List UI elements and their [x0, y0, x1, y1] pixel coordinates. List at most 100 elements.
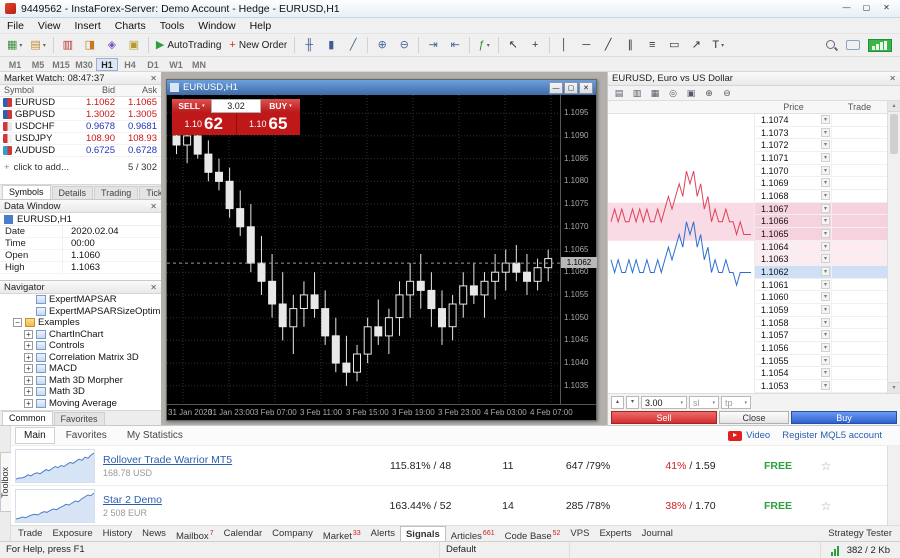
dom-trade-cell[interactable] [832, 342, 887, 354]
navigator-item-math-3d-morpher[interactable]: +Math 3D Morpher [0, 375, 161, 387]
navigator-item-examples[interactable]: −Examples [0, 317, 161, 329]
dom-trade-cell[interactable] [832, 266, 887, 278]
timeframe-m30[interactable]: M30 [73, 58, 95, 71]
dom-auto-center-icon[interactable]: ◎ [665, 87, 681, 100]
dom-trade-cell[interactable] [832, 215, 887, 227]
dom-price-cell[interactable]: 1.1053▾ [755, 380, 832, 392]
dom-price-cell[interactable]: 1.1059▾ [755, 304, 832, 316]
new-order-button[interactable]: +New Order [226, 36, 290, 55]
dom-column-price[interactable]: Price [755, 101, 832, 114]
symbol-row-eurusd[interactable]: EURUSD1.10621.1065 [0, 97, 161, 109]
dom-price-cell[interactable]: 1.1066▾ [755, 215, 832, 227]
maximize-button[interactable]: ▢ [858, 2, 875, 15]
status-profile[interactable]: Default [440, 542, 570, 558]
minimize-button[interactable]: — [838, 2, 855, 15]
crosshair-button[interactable]: + [525, 36, 545, 55]
dom-trade-cell[interactable] [832, 241, 887, 253]
tab-signals[interactable]: Signals [400, 526, 446, 541]
fibonacci-button[interactable]: ≡ [642, 36, 662, 55]
dom-zoom-in-icon[interactable]: ⊕ [701, 87, 717, 100]
timeframe-d1[interactable]: D1 [142, 58, 164, 71]
dom-trade-cell[interactable] [832, 203, 887, 215]
dom-trade-cell[interactable] [832, 380, 887, 392]
menu-file[interactable]: File [0, 18, 31, 34]
timeframe-m5[interactable]: M5 [27, 58, 49, 71]
search-icon[interactable] [825, 39, 838, 52]
tab-news[interactable]: News [137, 526, 171, 541]
tab-details[interactable]: Details [52, 186, 94, 199]
lot-input[interactable]: 3.00 ▾ [641, 396, 687, 409]
shapes-button[interactable]: ▭ [664, 36, 684, 55]
navigator-button[interactable]: ◈ [102, 36, 122, 55]
dom-trade-cell[interactable] [832, 228, 887, 240]
autotrading-button[interactable]: ▶AutoTrading [153, 36, 225, 55]
trendline-button[interactable]: ╱ [598, 36, 618, 55]
line-chart-button[interactable]: ╱ [343, 36, 363, 55]
symbol-row-gbpusd[interactable]: GBPUSD1.30021.3005 [0, 109, 161, 121]
dom-price-cell[interactable]: 1.1064▾ [755, 241, 832, 253]
dom-trade-cell[interactable] [832, 304, 887, 316]
dom-trade-cell[interactable] [832, 165, 887, 177]
dom-price-cell[interactable]: 1.1072▾ [755, 139, 832, 151]
dom-market-depth-icon[interactable]: ▥ [629, 87, 645, 100]
tab-experts[interactable]: Experts [594, 526, 636, 541]
dom-price-cell[interactable]: 1.1057▾ [755, 329, 832, 341]
zoom-out-button[interactable]: ⊖ [394, 36, 414, 55]
dom-trade-cell[interactable] [832, 367, 887, 379]
text-label-button[interactable]: T▾ [708, 36, 728, 55]
dom-price-cell[interactable]: 1.1065▾ [755, 228, 832, 240]
navigator-item-moving-average[interactable]: +Moving Average [0, 398, 161, 410]
expand-icon[interactable]: + [24, 387, 33, 396]
signal-price-button[interactable]: FREE [743, 460, 813, 472]
navigator-item-controls[interactable]: +Controls [0, 340, 161, 352]
toolbox-button[interactable]: ▣ [124, 36, 144, 55]
lot-stepper-down[interactable]: ▾ [626, 396, 639, 409]
tab-calendar[interactable]: Calendar [219, 526, 268, 541]
dom-trade-cell[interactable] [832, 177, 887, 189]
navigator-item-macd[interactable]: +MACD [0, 363, 161, 375]
dom-price-cell[interactable]: 1.1056▾ [755, 342, 832, 354]
navigator-item-correlation-matrix-3d[interactable]: +Correlation Matrix 3D [0, 352, 161, 364]
bars-chart-button[interactable]: ╫ [299, 36, 319, 55]
signal-name-link[interactable]: Star 2 Demo [103, 494, 363, 506]
dom-price-cell[interactable]: 1.1060▾ [755, 291, 832, 303]
indicators-button[interactable]: ƒ▾ [474, 36, 494, 55]
tab-symbols[interactable]: Symbols [2, 185, 51, 199]
dom-close-button[interactable]: Close [719, 411, 789, 424]
market-watch-button[interactable]: ▥ [58, 36, 78, 55]
dom-trade-cell[interactable] [832, 139, 887, 151]
expand-icon[interactable]: + [24, 399, 33, 408]
chart-price-scale[interactable]: 1.10951.10901.10851.10801.10751.10701.10… [560, 95, 596, 404]
menu-insert[interactable]: Insert [68, 18, 108, 34]
dom-one-click-trading-icon[interactable]: ▣ [683, 87, 699, 100]
register-mql5-link[interactable]: Register MQL5 account [782, 430, 882, 441]
community-chat-icon[interactable] [846, 40, 860, 50]
sell-button[interactable]: SELL ▾ [172, 99, 211, 113]
dom-price-cell[interactable]: 1.1071▾ [755, 152, 832, 164]
expand-icon[interactable]: + [24, 330, 33, 339]
menu-charts[interactable]: Charts [108, 18, 153, 34]
dom-trade-cell[interactable] [832, 190, 887, 202]
timeframe-m15[interactable]: M15 [50, 58, 72, 71]
dom-trade-cell[interactable] [832, 317, 887, 329]
chart-time-axis[interactable]: 31 Jan 202031 Jan 23:003 Feb 07:003 Feb … [167, 404, 596, 420]
favorite-star-icon[interactable]: ☆ [813, 459, 839, 473]
timeframe-m1[interactable]: M1 [4, 58, 26, 71]
dom-price-cell[interactable]: 1.1062▾ [755, 266, 832, 278]
timeframe-h4[interactable]: H4 [119, 58, 141, 71]
signals-tab-main[interactable]: Main [15, 427, 55, 444]
expand-icon[interactable]: + [24, 353, 33, 362]
menu-tools[interactable]: Tools [153, 18, 192, 34]
dom-time-and-sales-icon[interactable]: ▤ [611, 87, 627, 100]
tab-journal[interactable]: Journal [637, 526, 678, 541]
cursor-button[interactable]: ↖ [503, 36, 523, 55]
close-icon[interactable]: ✕ [150, 74, 157, 83]
tab-vps[interactable]: VPS [565, 526, 594, 541]
candles-chart-button[interactable]: ▮ [321, 36, 341, 55]
scroll-up-icon[interactable]: ▴ [888, 101, 900, 112]
horizontal-line-button[interactable]: ─ [576, 36, 596, 55]
tp-dropdown[interactable]: tp ▾ [721, 396, 751, 409]
dom-trade-cell[interactable] [832, 355, 887, 367]
menu-window[interactable]: Window [191, 18, 242, 34]
dom-price-cell[interactable]: 1.1055▾ [755, 355, 832, 367]
